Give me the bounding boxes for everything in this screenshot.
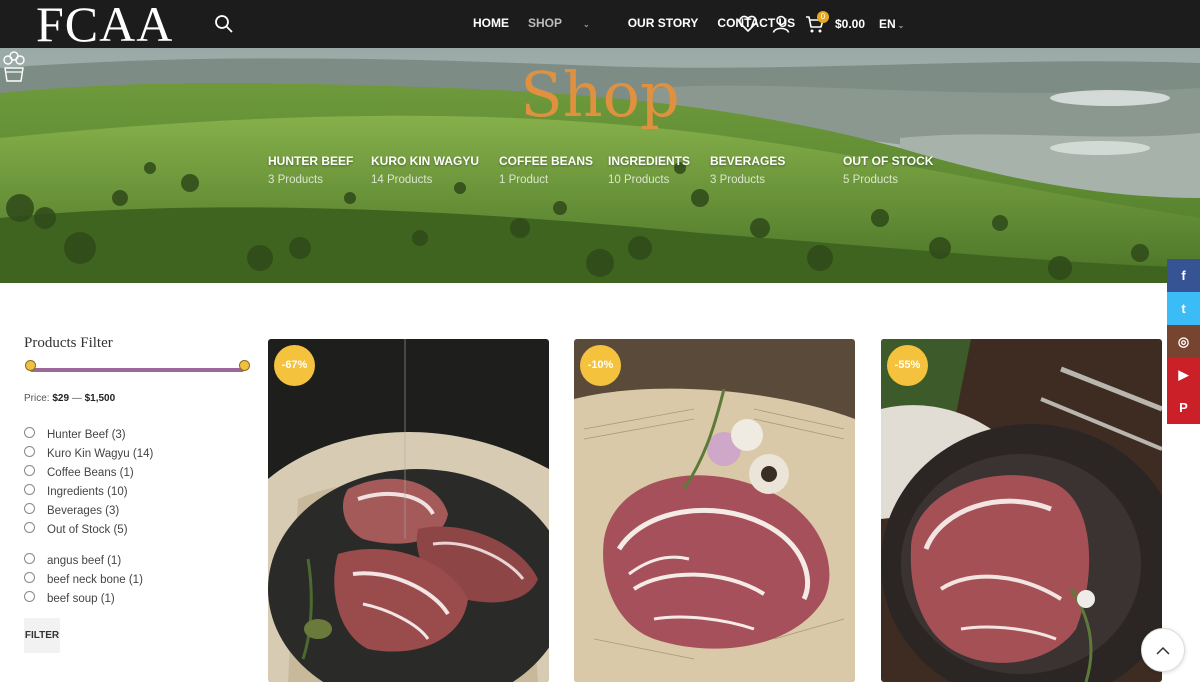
nav-home[interactable]: HOME	[473, 16, 509, 30]
radio-button[interactable]	[24, 590, 35, 602]
product-card[interactable]: -67%	[268, 339, 549, 682]
price-max: $1,500	[84, 393, 116, 404]
filter-category-option[interactable]: Coffee Beans (1)	[24, 464, 134, 479]
discount-badge: -55%	[887, 345, 928, 386]
price-slider-max-handle[interactable]	[239, 360, 250, 371]
category-count: 10 Products	[608, 174, 670, 186]
filter-tag-option[interactable]: angus beef (1)	[24, 552, 122, 567]
filter-category-option[interactable]: Out of Stock (5)	[24, 521, 128, 536]
pinterest-icon[interactable]: P	[1167, 391, 1200, 424]
category-count: 3 Products	[710, 174, 765, 186]
filter-option-label: Beverages (3)	[47, 505, 120, 517]
filter-option-label: Ingredients (10)	[47, 486, 128, 498]
filter-option-label: Out of Stock (5)	[47, 524, 128, 536]
scroll-to-top-button[interactable]	[1141, 628, 1185, 672]
category-name: COFFEE BEANS	[499, 154, 594, 168]
search-icon[interactable]	[214, 14, 234, 34]
cart-count-badge: 0	[817, 11, 829, 23]
price-label: Price:	[24, 393, 50, 404]
radio-button[interactable]	[24, 445, 35, 457]
product-image[interactable]	[574, 339, 855, 682]
price-slider-track[interactable]	[30, 368, 244, 372]
category-name: BEVERAGES	[710, 154, 786, 168]
instagram-icon[interactable]: ◎	[1167, 325, 1200, 358]
user-icon[interactable]	[770, 13, 792, 35]
filter-category-option[interactable]: Ingredients (10)	[24, 483, 128, 498]
chevron-down-icon: ⌄	[583, 20, 590, 29]
category-out-of-stock[interactable]: OUT OF STOCK 5 Products	[843, 154, 933, 186]
radio-button[interactable]	[24, 521, 35, 533]
language-switcher[interactable]: EN ⌄	[879, 17, 904, 31]
filter-button[interactable]: FILTER	[24, 618, 60, 653]
price-range: Price: $29 — $1,500	[24, 393, 115, 404]
nav-our-story[interactable]: OUR STORY	[628, 16, 699, 30]
shop-hero: Shop HUNTER BEEF 3 Products KURO KIN WAG…	[0, 48, 1200, 283]
filter-option-label: Hunter Beef (3)	[47, 429, 126, 441]
youtube-icon[interactable]: ▶	[1167, 358, 1200, 391]
category-name: OUT OF STOCK	[843, 154, 934, 168]
nav-shop[interactable]: SHOP ⌄	[528, 16, 609, 30]
discount-badge: -10%	[580, 345, 621, 386]
category-ingredients[interactable]: INGREDIENTS 10 Products	[608, 154, 690, 186]
radio-button[interactable]	[24, 464, 35, 476]
filter-heading: Products Filter	[24, 335, 113, 351]
facebook-icon[interactable]: f	[1167, 259, 1200, 292]
price-slider-min-handle[interactable]	[25, 360, 36, 371]
filter-category-option[interactable]: Beverages (3)	[24, 502, 120, 517]
radio-button[interactable]	[24, 571, 35, 583]
category-count: 14 Products	[371, 174, 433, 186]
site-header: FCAA HOME SHOP ⌄ OUR STORY CONTACT US 0 $…	[0, 0, 1200, 52]
page-title: Shop	[520, 58, 680, 131]
product-image[interactable]	[881, 339, 1162, 682]
price-min: $29	[52, 393, 70, 404]
category-name: KURO KIN WAGYU	[371, 154, 479, 168]
filter-tag-option[interactable]: beef neck bone (1)	[24, 571, 143, 586]
filter-option-label: beef neck bone (1)	[47, 574, 143, 586]
radio-button[interactable]	[24, 502, 35, 514]
cart-total[interactable]: $0.00	[835, 17, 865, 31]
category-count: 3 Products	[268, 174, 323, 186]
main-nav: HOME SHOP ⌄ OUR STORY CONTACT US	[473, 16, 814, 30]
filter-option-label: Coffee Beans (1)	[47, 467, 134, 479]
category-name: HUNTER BEEF	[268, 154, 354, 168]
radio-button[interactable]	[24, 426, 35, 438]
discount-badge: -67%	[274, 345, 315, 386]
twitter-icon[interactable]: t	[1167, 292, 1200, 325]
filter-option-label: Kuro Kin Wagyu (14)	[47, 448, 154, 460]
heart-icon[interactable]	[737, 13, 759, 35]
language-label: EN	[879, 17, 896, 31]
radio-button[interactable]	[24, 552, 35, 564]
radio-button[interactable]	[24, 483, 35, 495]
filter-option-label: beef soup (1)	[47, 593, 115, 605]
filter-option-label: angus beef (1)	[47, 555, 122, 567]
category-count: 1 Product	[499, 174, 549, 186]
filter-category-option[interactable]: Hunter Beef (3)	[24, 426, 126, 441]
filter-tag-option[interactable]: beef soup (1)	[24, 590, 115, 605]
plant-pot-icon	[3, 51, 25, 82]
product-card[interactable]: -10%	[574, 339, 855, 682]
category-name: INGREDIENTS	[608, 154, 691, 168]
product-card[interactable]: -55%	[881, 339, 1162, 682]
product-image[interactable]	[268, 339, 549, 682]
price-separator: —	[71, 393, 82, 404]
site-logo[interactable]: FCAA	[36, 0, 173, 52]
category-hunter-beef[interactable]: HUNTER BEEF 3 Products	[268, 154, 353, 186]
chevron-up-icon	[1156, 646, 1170, 655]
category-beverages[interactable]: BEVERAGES 3 Products	[710, 154, 785, 186]
category-coffee-beans[interactable]: COFFEE BEANS 1 Product	[499, 154, 593, 186]
nav-shop-label: SHOP	[528, 16, 563, 30]
filter-category-option[interactable]: Kuro Kin Wagyu (14)	[24, 445, 154, 460]
chevron-down-icon: ⌄	[897, 21, 905, 30]
category-kuro-kin-wagyu[interactable]: KURO KIN WAGYU 14 Products	[371, 154, 479, 186]
category-count: 5 Products	[843, 174, 898, 186]
